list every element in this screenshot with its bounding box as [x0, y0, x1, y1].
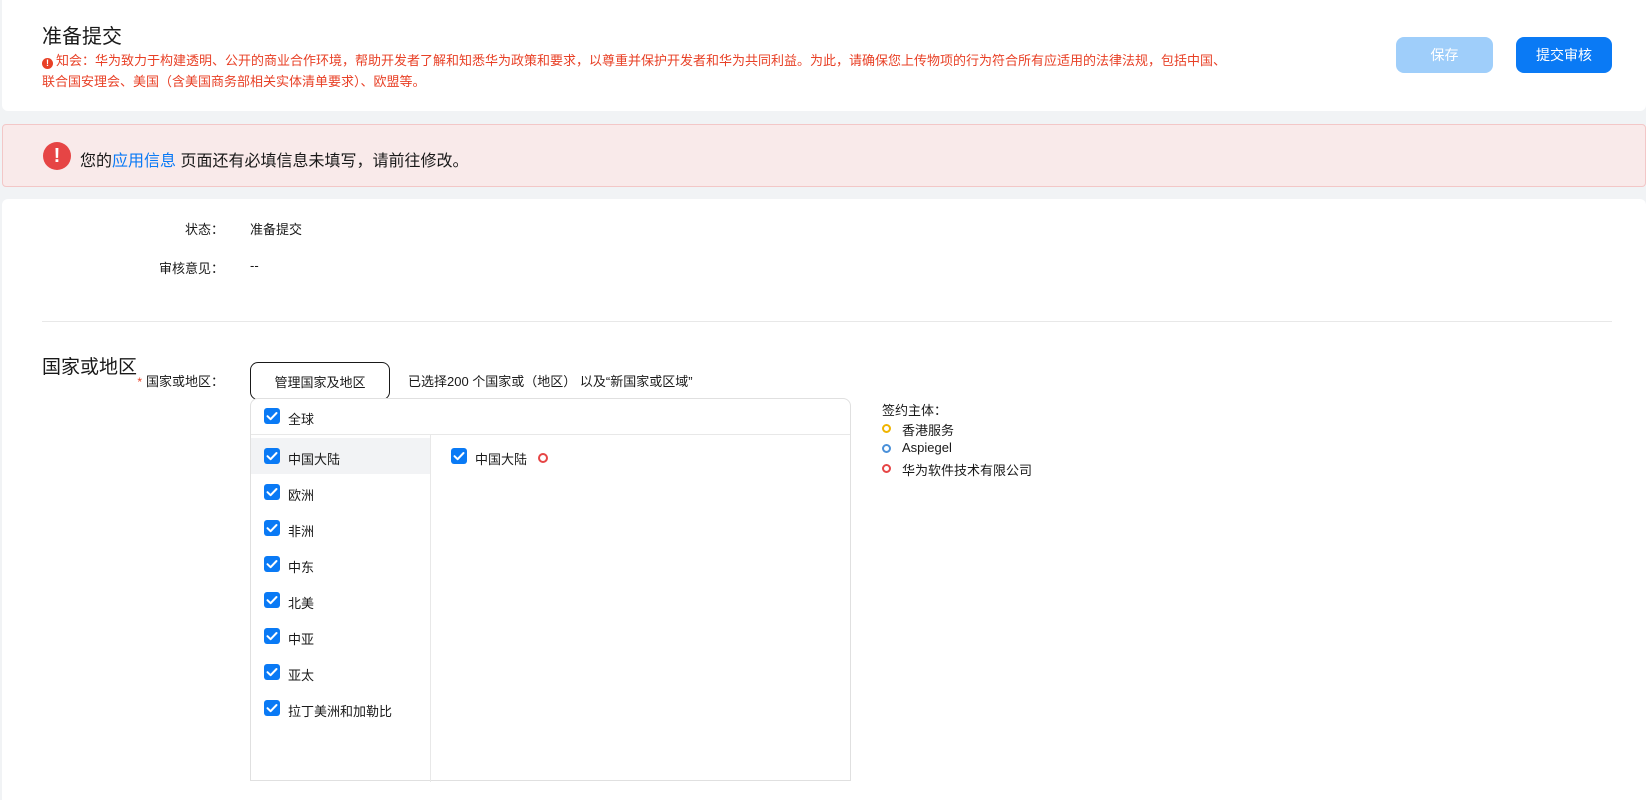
global-label: 全球: [288, 412, 315, 427]
legend-item-label: Aspiegel: [902, 440, 952, 455]
selected-summary: 已选择200 个国家或（地区） 以及“新国家或区域”: [408, 374, 693, 389]
check-icon: [266, 452, 278, 461]
region-group-label: 欧洲: [288, 488, 315, 503]
check-icon: [266, 412, 278, 421]
region-group-label: 中亚: [288, 632, 315, 647]
page-header: 准备提交 ! 知会：华为致力于构建透明、公开的商业合作环境，帮助开发者了解和知悉华…: [2, 0, 1646, 111]
submit-review-button[interactable]: 提交审核: [1516, 37, 1612, 73]
region-group-item[interactable]: 中亚: [251, 618, 430, 654]
check-icon: [266, 560, 278, 569]
region-checkbox[interactable]: [264, 628, 280, 644]
global-row[interactable]: 全球: [251, 399, 850, 435]
region-group-item[interactable]: 中国大陆: [251, 438, 430, 474]
region-group-label: 中东: [288, 560, 315, 575]
manage-regions-button[interactable]: 管理国家及地区: [250, 362, 390, 400]
review-opinion-value: --: [250, 258, 259, 273]
error-icon: !: [43, 142, 71, 170]
alert-suffix: 页面还有必填信息未填写，请前往修改。: [176, 153, 469, 170]
check-icon: [266, 596, 278, 605]
check-icon: [266, 704, 278, 713]
check-icon: [266, 488, 278, 497]
status-value: 准备提交: [250, 222, 303, 237]
warning-icon: !: [42, 58, 53, 69]
region-checkbox[interactable]: [264, 556, 280, 572]
region-checkbox[interactable]: [264, 664, 280, 680]
check-icon: [453, 452, 465, 461]
region-group-label: 拉丁美洲和加勒比: [288, 704, 393, 719]
region-group-item[interactable]: 欧洲: [251, 474, 430, 510]
legend-title: 签约主体：: [882, 403, 948, 418]
region-group-label: 亚太: [288, 668, 315, 683]
region-group-item[interactable]: 非洲: [251, 510, 430, 546]
legend-item-label: 华为软件技术有限公司: [902, 463, 1033, 478]
region-field-label-text: 国家或地区：: [145, 374, 224, 389]
page-title: 准备提交: [42, 26, 122, 48]
country-label: 中国大陆: [475, 452, 528, 467]
region-checkbox[interactable]: [264, 592, 280, 608]
region-checkbox[interactable]: [264, 484, 280, 500]
required-mark: *: [137, 375, 142, 389]
alert-prefix: 您的: [80, 153, 113, 170]
region-checkbox[interactable]: [264, 700, 280, 716]
region-selector-panel: 全球 中国大陆 欧洲 非洲 中东 北美 中亚 亚太 拉丁美洲和加勒比 中国大陆: [250, 398, 851, 782]
circle-icon: [882, 444, 891, 453]
compliance-notice: ! 知会：华为致力于构建透明、公开的商业合作环境，帮助开发者了解和知悉华为政策和要…: [42, 50, 1232, 92]
app-info-link[interactable]: 应用信息: [112, 153, 176, 170]
region-group-item[interactable]: 北美: [251, 582, 430, 618]
region-field-label: * 国家或地区：: [24, 371, 224, 390]
check-icon: [266, 632, 278, 641]
missing-info-alert: ! 您的应用信息 页面还有必填信息未填写，请前往修改。: [2, 124, 1646, 187]
region-group-item[interactable]: 拉丁美洲和加勒比: [251, 690, 430, 726]
circle-icon: [882, 464, 891, 473]
entity-dot-icon: [538, 453, 548, 463]
save-button[interactable]: 保存: [1396, 37, 1493, 73]
global-checkbox[interactable]: [264, 408, 280, 424]
region-group-item[interactable]: 中东: [251, 546, 430, 582]
region-group-label: 北美: [288, 596, 315, 611]
check-icon: [266, 668, 278, 677]
country-list: 中国大陆: [431, 435, 850, 782]
legend-item-label: 香港服务: [902, 423, 955, 438]
main-content: 状态： 准备提交 审核意见： -- 国家或地区 * 国家或地区： 管理国家及地区 …: [2, 199, 1646, 800]
country-checkbox[interactable]: [451, 448, 467, 464]
region-group-label: 非洲: [288, 524, 315, 539]
region-group-list: 中国大陆 欧洲 非洲 中东 北美 中亚 亚太 拉丁美洲和加勒比: [251, 435, 431, 782]
region-group-label: 中国大陆: [288, 452, 341, 467]
check-icon: [266, 524, 278, 533]
review-opinion-label: 审核意见：: [158, 261, 224, 276]
region-checkbox[interactable]: [264, 448, 280, 464]
divider: [42, 321, 1612, 322]
status-label: 状态：: [184, 222, 224, 237]
circle-icon: [882, 424, 891, 433]
region-group-item[interactable]: 亚太: [251, 654, 430, 690]
region-checkbox[interactable]: [264, 520, 280, 536]
compliance-notice-text: 知会：华为致力于构建透明、公开的商业合作环境，帮助开发者了解和知悉华为政策和要求…: [42, 53, 1227, 89]
alert-message: 您的应用信息 页面还有必填信息未填写，请前往修改。: [80, 147, 468, 171]
